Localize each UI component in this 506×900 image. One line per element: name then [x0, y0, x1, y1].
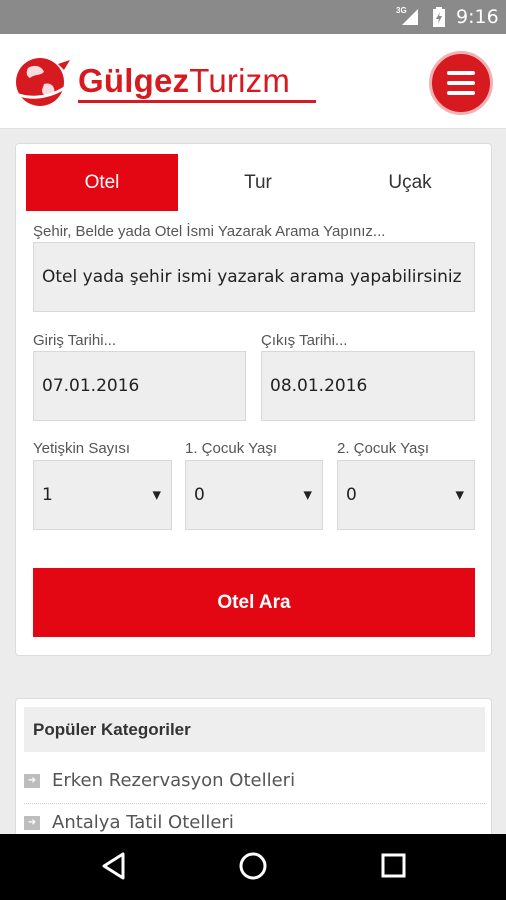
brand-name[interactable]: GülgezTurizm: [78, 62, 290, 100]
clock: 9:16: [456, 6, 499, 28]
checkin-label: Giriş Tarihi...: [33, 332, 117, 349]
child1-age-select[interactable]: 0 ▼: [185, 460, 323, 530]
category-label: Antalya Tatil Otelleri: [52, 812, 234, 833]
adults-select[interactable]: 1 ▼: [33, 460, 172, 530]
hamburger-menu-button[interactable]: [429, 51, 493, 115]
checkin-value: 07.01.2016: [42, 376, 140, 396]
child2-label: 2. Çocuk Yaşı: [337, 440, 429, 457]
checkin-date-field[interactable]: 07.01.2016: [33, 351, 246, 421]
signal-icon: [402, 9, 418, 25]
search-card: Otel Tur Uçak Şehir, Belde yada Otel İsm…: [15, 143, 492, 656]
checkout-label: Çıkış Tarihi...: [261, 332, 348, 349]
location-label: Şehir, Belde yada Otel İsmi Yazarak Aram…: [33, 223, 386, 240]
brand-underline: [78, 100, 316, 103]
tab-otel[interactable]: Otel: [26, 154, 178, 211]
child2-value: 0: [346, 485, 357, 505]
child2-age-select[interactable]: 0 ▼: [337, 460, 475, 530]
navigation-bar: [0, 834, 506, 900]
back-icon[interactable]: [101, 851, 127, 881]
adults-label: Yetişkin Sayısı: [33, 440, 130, 457]
arrow-right-icon: ➜: [24, 816, 40, 830]
location-placeholder: Otel yada şehir ismi yazarak arama yapab…: [42, 267, 462, 287]
location-input[interactable]: Otel yada şehir ismi yazarak arama yapab…: [33, 242, 475, 312]
status-bar: 3G 9:16: [0, 0, 506, 34]
recents-icon[interactable]: [381, 853, 407, 879]
categories-title: Popüler Kategoriler: [24, 707, 485, 752]
category-item[interactable]: ➜ Erken Rezervasyon Otelleri: [24, 762, 485, 804]
dropdown-arrow-icon: ▼: [303, 488, 312, 502]
hamburger-line: [447, 91, 475, 95]
brand-bold: Gülgez: [78, 62, 190, 99]
brand-regular: Turizm: [189, 62, 291, 99]
checkout-date-field[interactable]: 08.01.2016: [261, 351, 475, 421]
arrow-right-icon: ➜: [24, 774, 40, 788]
dropdown-arrow-icon: ▼: [455, 488, 464, 502]
adults-value: 1: [42, 485, 53, 505]
child1-label: 1. Çocuk Yaşı: [185, 440, 277, 457]
globe-logo-icon[interactable]: [14, 54, 72, 110]
tab-tur[interactable]: Tur: [182, 154, 334, 211]
category-label: Erken Rezervasyon Otelleri: [52, 770, 296, 791]
app-header: GülgezTurizm: [0, 34, 506, 129]
hamburger-menu-icon: [447, 71, 475, 75]
hamburger-line: [447, 81, 475, 85]
child1-value: 0: [194, 485, 205, 505]
search-hotel-button[interactable]: Otel Ara: [33, 568, 475, 637]
dropdown-arrow-icon: ▼: [152, 488, 161, 502]
home-icon[interactable]: [238, 851, 268, 881]
checkout-value: 08.01.2016: [270, 376, 368, 396]
battery-icon: [433, 7, 445, 27]
tab-ucak[interactable]: Uçak: [334, 154, 486, 211]
